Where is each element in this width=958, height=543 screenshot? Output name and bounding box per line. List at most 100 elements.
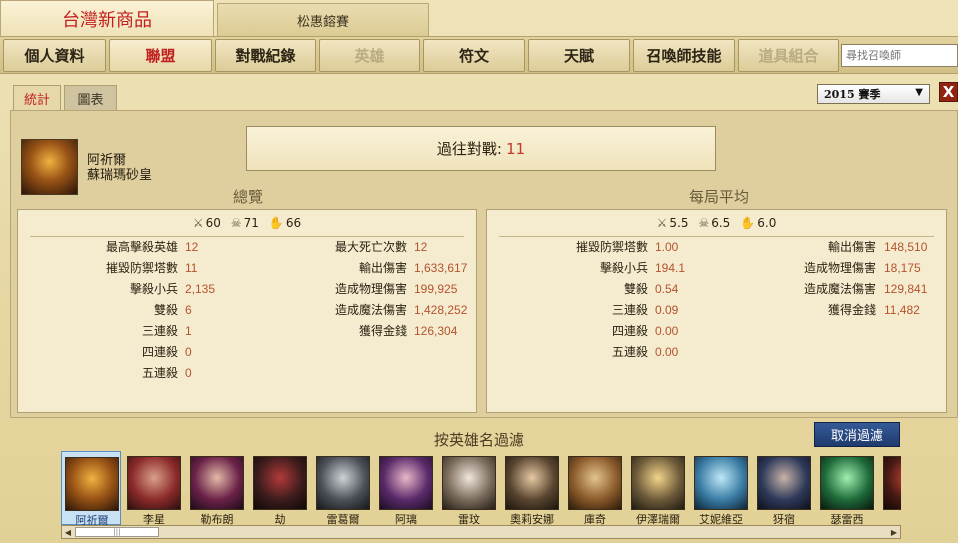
- stat-row: 五連殺 0.00: [487, 343, 948, 361]
- champion-card[interactable]: 劫: [250, 451, 310, 525]
- stat-value: 2,135: [185, 282, 216, 296]
- scroll-thumb[interactable]: |||: [75, 527, 159, 537]
- scroll-left-icon[interactable]: ◀: [62, 526, 74, 538]
- stat-label: 五連殺: [611, 345, 648, 359]
- nav-profile[interactable]: 個人資料: [3, 39, 106, 72]
- average-box: ⚔ 5.5 ☠ 6.5 ✋ 6.0 摧毀防禦塔數 1.00 輸出傷害 148,510 …: [486, 209, 947, 413]
- champion-thumb: [694, 456, 748, 510]
- stat-value: 194.1: [655, 261, 686, 275]
- champion-card-name: 雷葛爾: [326, 513, 360, 525]
- season-select[interactable]: 2015 賽季 ▼: [817, 84, 930, 104]
- stat-label: 雙殺: [623, 282, 648, 296]
- chevron-down-icon: ▼: [915, 87, 923, 98]
- sword-icon: ⚔: [192, 216, 204, 230]
- season-selected: 2015 賽季: [824, 88, 881, 101]
- champion-card[interactable]: 奧莉安娜: [502, 451, 562, 525]
- skull-icon: ☠: [698, 216, 710, 230]
- stat-label: 擊殺小兵: [129, 282, 178, 296]
- kda-row: ⚔ 5.5 ☠ 6.5 ✋ 6.0: [487, 216, 946, 230]
- overview-box: ⚔ 60 ☠ 71 ✋ 66 最高擊殺英雄 12 最大死亡次數 12 摧毀防禦塔數 1…: [17, 209, 477, 413]
- stat-label: 雙殺: [153, 303, 178, 317]
- sword-icon: ⚔: [656, 216, 668, 230]
- stat-label: 三連殺: [141, 324, 178, 338]
- stat-label: 摧毀防禦塔數: [105, 261, 178, 275]
- champion-card[interactable]: [880, 451, 901, 525]
- stat-value: 1,633,617: [414, 261, 468, 275]
- stat-value: 0.09: [655, 303, 679, 317]
- champion-thumb: [883, 456, 901, 510]
- deaths-value: 71: [243, 216, 259, 230]
- nav-item-sets[interactable]: 道具組合: [738, 39, 839, 72]
- stat-row: 摧毀防禦塔數 11 輸出傷害 1,633,617: [18, 259, 478, 277]
- tab-stats[interactable]: 統計: [13, 85, 61, 110]
- stat-label: 三連殺: [611, 303, 648, 317]
- nav-match-history[interactable]: 對戰紀錄: [215, 39, 316, 72]
- champion-card[interactable]: 阿璃: [376, 451, 436, 525]
- champion-card[interactable]: 伊澤瑞爾: [628, 451, 688, 525]
- champion-card[interactable]: 李星: [124, 451, 184, 525]
- champion-strip-scrollbar[interactable]: ◀ ||| ▶: [61, 525, 901, 539]
- champion-card[interactable]: 犽宿: [754, 451, 814, 525]
- nav-masteries[interactable]: 天賦: [528, 39, 630, 72]
- nav-league[interactable]: 聯盟: [109, 39, 212, 72]
- stat-label: 獲得金錢: [827, 303, 876, 317]
- tab-store[interactable]: 台灣新商品: [0, 0, 214, 36]
- stat-value: 6: [185, 303, 192, 317]
- stat-label: 最高擊殺英雄: [105, 240, 178, 254]
- stat-value: 11: [185, 261, 198, 275]
- stat-value: 1: [185, 324, 192, 338]
- stat-row: 三連殺 1 獲得金錢 126,304: [18, 322, 478, 340]
- champion-card-name: 伊澤瑞爾: [636, 513, 680, 525]
- nav-summoner-spells[interactable]: 召喚師技能: [633, 39, 735, 72]
- stat-value: 126,304: [414, 324, 458, 338]
- stat-label: 造成物理傷害: [803, 261, 876, 275]
- champion-card[interactable]: 勒布朗: [187, 451, 247, 525]
- stat-label: 輸出傷害: [827, 240, 876, 254]
- champion-card-name: 瑟雷西: [830, 513, 864, 525]
- scroll-right-icon[interactable]: ▶: [888, 526, 900, 538]
- stat-label: 擊殺小兵: [599, 261, 648, 275]
- stat-label: 四連殺: [141, 345, 178, 359]
- champion-thumb: [631, 456, 685, 510]
- champion-thumb: [568, 456, 622, 510]
- close-button[interactable]: X: [939, 82, 958, 102]
- search-summoner-input[interactable]: [841, 44, 958, 67]
- stat-row: 雙殺 6 造成魔法傷害 1,428,252: [18, 301, 478, 319]
- stat-label: 造成物理傷害: [334, 282, 407, 296]
- filter-title: 按英雄名過濾: [434, 431, 525, 449]
- nav-bar: 個人資料 聯盟 對戰紀錄 英雄 符文 天賦 召喚師技能 道具組合: [0, 36, 958, 74]
- clear-filter-button[interactable]: 取消過濾: [814, 422, 900, 447]
- champion-card[interactable]: 艾妮維亞: [691, 451, 751, 525]
- nav-champions[interactable]: 英雄: [319, 39, 420, 72]
- champion-thumb: [505, 456, 559, 510]
- champion-filter-strip: 阿祈爾 李星 勒布朗 劫 雷葛爾 阿璃 雷玟 奧莉安娜 庫奇 伊澤瑞爾 艾妮維亞: [61, 451, 901, 525]
- champion-thumb: [442, 456, 496, 510]
- champion-card-name: 艾妮維亞: [699, 513, 743, 525]
- stat-label: 五連殺: [141, 366, 178, 380]
- champion-portrait: [21, 139, 78, 195]
- skull-icon: ☠: [230, 216, 242, 230]
- tab-event[interactable]: 松惠鎔賽: [217, 3, 429, 36]
- stat-value: 0.54: [655, 282, 679, 296]
- stat-label: 最大死亡次數: [334, 240, 407, 254]
- tab-charts[interactable]: 圖表: [64, 85, 117, 110]
- past-matches-label: 過往對戰:: [436, 140, 502, 158]
- champion-thumb: [127, 456, 181, 510]
- hand-icon: ✋: [268, 216, 284, 230]
- champion-card[interactable]: 瑟雷西: [817, 451, 877, 525]
- champion-card[interactable]: 阿祈爾: [61, 451, 121, 525]
- champion-card[interactable]: 雷葛爾: [313, 451, 373, 525]
- champion-card-name: 李星: [143, 513, 165, 525]
- divider: [30, 236, 464, 237]
- stat-row: 四連殺 0: [18, 343, 478, 361]
- stat-value: 0: [185, 345, 192, 359]
- deaths-value: 6.5: [711, 216, 731, 230]
- champion-thumb: [379, 456, 433, 510]
- champion-card[interactable]: 雷玟: [439, 451, 499, 525]
- champion-card[interactable]: 庫奇: [565, 451, 625, 525]
- stat-value: 12: [185, 240, 199, 254]
- nav-runes[interactable]: 符文: [423, 39, 525, 72]
- champion-card-name: 劫: [274, 513, 286, 525]
- champion-thumb: [757, 456, 811, 510]
- stat-label: 四連殺: [611, 324, 648, 338]
